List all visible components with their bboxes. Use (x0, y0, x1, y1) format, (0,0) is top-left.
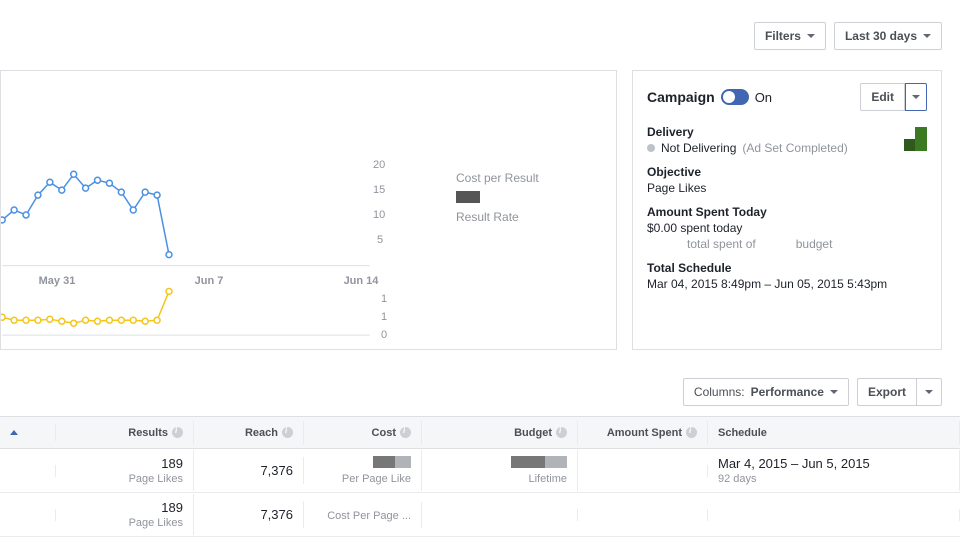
cell-cost-sub: Per Page Like (342, 473, 411, 485)
y-tick: 10 (373, 209, 385, 221)
objective-heading: Objective (647, 165, 927, 179)
status-dot-icon (647, 144, 655, 152)
export-label: Export (868, 385, 906, 399)
campaign-toggle[interactable] (721, 89, 749, 105)
export-button-group: Export (857, 378, 942, 406)
header-budget-label: Budget (514, 427, 552, 439)
edit-button-group: Edit (860, 83, 927, 111)
caret-down-icon (830, 390, 838, 394)
cell-cost-sub: Cost Per Page ... (327, 510, 411, 522)
cell-budget-sub: Lifetime (528, 473, 567, 485)
sort-header[interactable] (0, 424, 56, 441)
top-filter-bar: Filters Last 30 days (754, 22, 942, 50)
y-tick: 1 (381, 293, 387, 305)
spent-sub-right: budget (796, 237, 833, 251)
cell-results-sub: Page Likes (129, 473, 183, 485)
delivery-detail: (Ad Set Completed) (742, 141, 847, 155)
chart-legend: Cost per Result Result Rate (456, 171, 539, 224)
info-icon (686, 427, 697, 438)
spent-sub-left: total spent of (687, 237, 756, 251)
header-spent-label: Amount Spent (607, 427, 682, 439)
header-spent[interactable]: Amount Spent (578, 421, 708, 445)
edit-label: Edit (871, 90, 894, 104)
header-schedule[interactable]: Schedule (708, 421, 960, 445)
performance-table: Results Reach Cost Budget Amount Spent S… (0, 416, 960, 537)
cell-schedule: Mar 4, 2015 – Jun 5, 2015 (718, 456, 870, 471)
edit-button[interactable]: Edit (860, 83, 905, 111)
header-reach-label: Reach (245, 427, 278, 439)
table-header-row: Results Reach Cost Budget Amount Spent S… (0, 417, 960, 449)
header-cost[interactable]: Cost (304, 421, 422, 445)
y-tick: 1 (381, 311, 387, 323)
delivery-status: Not Delivering (661, 141, 736, 155)
table-row[interactable]: 189 Page Likes 7,376 Cost Per Page ... (0, 493, 960, 537)
legend-rate-label: Result Rate (456, 210, 539, 224)
caret-down-icon (923, 34, 931, 38)
redacted-block (511, 456, 545, 468)
chart-panel: 20 15 10 5 May 31 Jun 7 Jun 14 1 1 0 (0, 70, 617, 350)
delivery-thumbnail-icon (891, 127, 927, 151)
campaign-on-label: On (755, 90, 772, 105)
schedule-heading: Total Schedule (647, 261, 927, 275)
export-button[interactable]: Export (857, 378, 916, 406)
redacted-block (373, 456, 395, 468)
y-tick: 0 (381, 329, 387, 341)
spent-value: $0.00 spent today (647, 221, 927, 235)
edit-dropdown-button[interactable] (905, 83, 927, 111)
x-tick: Jun 7 (179, 275, 239, 287)
caret-down-icon (925, 390, 933, 394)
legend-swatch (456, 191, 480, 203)
info-icon (172, 427, 183, 438)
table-row[interactable]: 189 Page Likes 7,376 Per Page Like Lifeti… (0, 449, 960, 493)
x-tick: Jun 14 (331, 275, 391, 287)
date-range-button[interactable]: Last 30 days (834, 22, 942, 50)
delivery-heading: Delivery (647, 125, 927, 139)
cell-reach: 7,376 (260, 463, 293, 478)
date-range-label: Last 30 days (845, 29, 917, 43)
cell-results: 189 (161, 456, 183, 471)
columns-value: Performance (751, 385, 824, 399)
objective-value: Page Likes (647, 181, 927, 195)
cell-results: 189 (161, 500, 183, 515)
header-cost-label: Cost (372, 427, 396, 439)
info-icon (400, 427, 411, 438)
export-dropdown-button[interactable] (916, 378, 942, 406)
info-icon (282, 427, 293, 438)
filters-button[interactable]: Filters (754, 22, 826, 50)
table-toolbar: Columns: Performance Export (683, 378, 942, 406)
redacted-block (545, 456, 567, 468)
info-icon (556, 427, 567, 438)
cell-results-sub: Page Likes (129, 517, 183, 529)
y-tick: 5 (377, 234, 383, 246)
header-results-label: Results (128, 427, 168, 439)
cell-reach: 7,376 (260, 507, 293, 522)
spent-heading: Amount Spent Today (647, 205, 927, 219)
campaign-panel: Campaign On Edit Delivery Not Delivering… (632, 70, 942, 350)
columns-prefix: Columns: (694, 385, 745, 399)
redacted-block (395, 456, 411, 468)
filters-label: Filters (765, 29, 801, 43)
columns-button[interactable]: Columns: Performance (683, 378, 849, 406)
x-tick: May 31 (27, 275, 87, 287)
header-budget[interactable]: Budget (422, 421, 578, 445)
schedule-value: Mar 04, 2015 8:49pm – Jun 05, 2015 5:43p… (647, 277, 927, 291)
caret-down-icon (807, 34, 815, 38)
y-tick: 20 (373, 159, 385, 171)
caret-down-icon (912, 95, 920, 99)
header-results[interactable]: Results (56, 421, 194, 445)
campaign-title: Campaign (647, 89, 715, 105)
header-schedule-label: Schedule (718, 427, 767, 439)
header-reach[interactable]: Reach (194, 421, 304, 445)
cell-schedule-sub: 92 days (718, 473, 757, 485)
legend-cost-label: Cost per Result (456, 171, 539, 185)
y-tick: 15 (373, 184, 385, 196)
sort-asc-icon (10, 430, 18, 435)
